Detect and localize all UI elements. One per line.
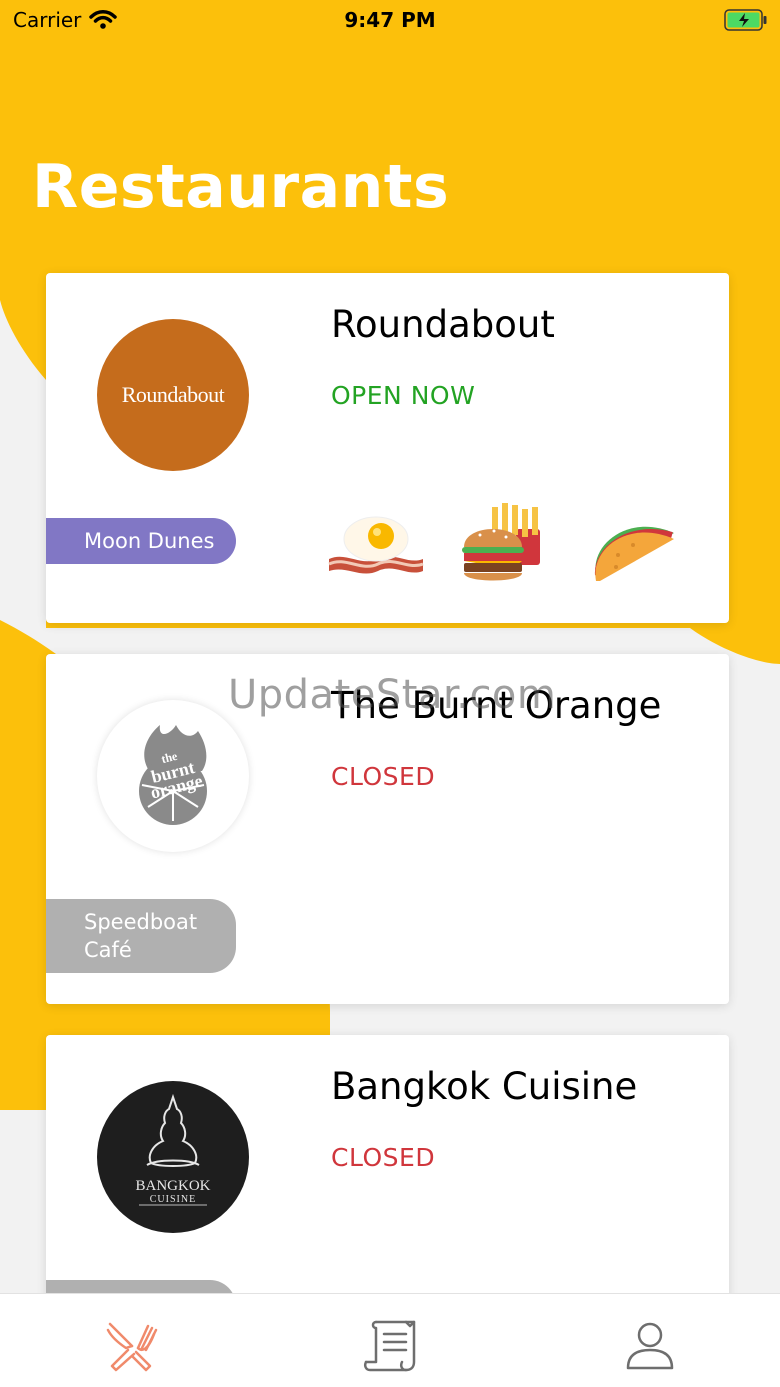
- food-icon-row: [326, 503, 706, 599]
- tab-restaurants[interactable]: [100, 1316, 160, 1376]
- restaurant-name: Roundabout: [331, 303, 555, 346]
- restaurant-card-roundabout[interactable]: Roundabout Roundabout OPEN NOW Moon Dune…: [46, 273, 729, 623]
- location-badge: Speedboat Café: [46, 899, 236, 973]
- page-title: Restaurants: [32, 152, 450, 222]
- tab-orders[interactable]: [360, 1316, 420, 1376]
- closed-status: CLOSED: [331, 1143, 436, 1172]
- open-status: OPEN NOW: [331, 381, 476, 410]
- restaurant-logo: Roundabout: [97, 319, 249, 471]
- profile-icon: [626, 1322, 674, 1370]
- logo-wordmark: BANGKOK CUISINE: [97, 1178, 249, 1205]
- status-bar: Carrier 9:47 PM: [0, 0, 780, 40]
- closed-status: CLOSED: [331, 762, 436, 791]
- logo-text: Roundabout: [121, 382, 225, 407]
- logo-text-bangkok: BANGKOK: [135, 1178, 211, 1194]
- receipt-icon: [363, 1320, 416, 1372]
- restaurant-logo: the burnt orange: [97, 700, 249, 852]
- taco-icon: [594, 526, 674, 581]
- bacon-and-egg-icon: [328, 516, 424, 574]
- logo-text-cuisine: CUISINE: [149, 1194, 197, 1205]
- restaurant-name: Bangkok Cuisine: [331, 1065, 638, 1108]
- location-badge: Moon Dunes: [46, 518, 236, 564]
- bangkok-cuisine-logo: [139, 1093, 207, 1206]
- burger-and-fries-icon: [462, 503, 540, 581]
- restaurant-card-burnt-orange[interactable]: the burnt orange The Burnt Orange CLOSED…: [46, 654, 729, 1004]
- clock: 9:47 PM: [344, 8, 436, 32]
- tab-profile[interactable]: [620, 1316, 680, 1376]
- restaurant-logo: BANGKOK CUISINE: [97, 1081, 249, 1233]
- tab-bar: [0, 1293, 780, 1387]
- fork-knife-icon: [106, 1322, 158, 1372]
- restaurant-name: The Burnt Orange: [331, 684, 662, 727]
- battery-icon: [724, 9, 767, 31]
